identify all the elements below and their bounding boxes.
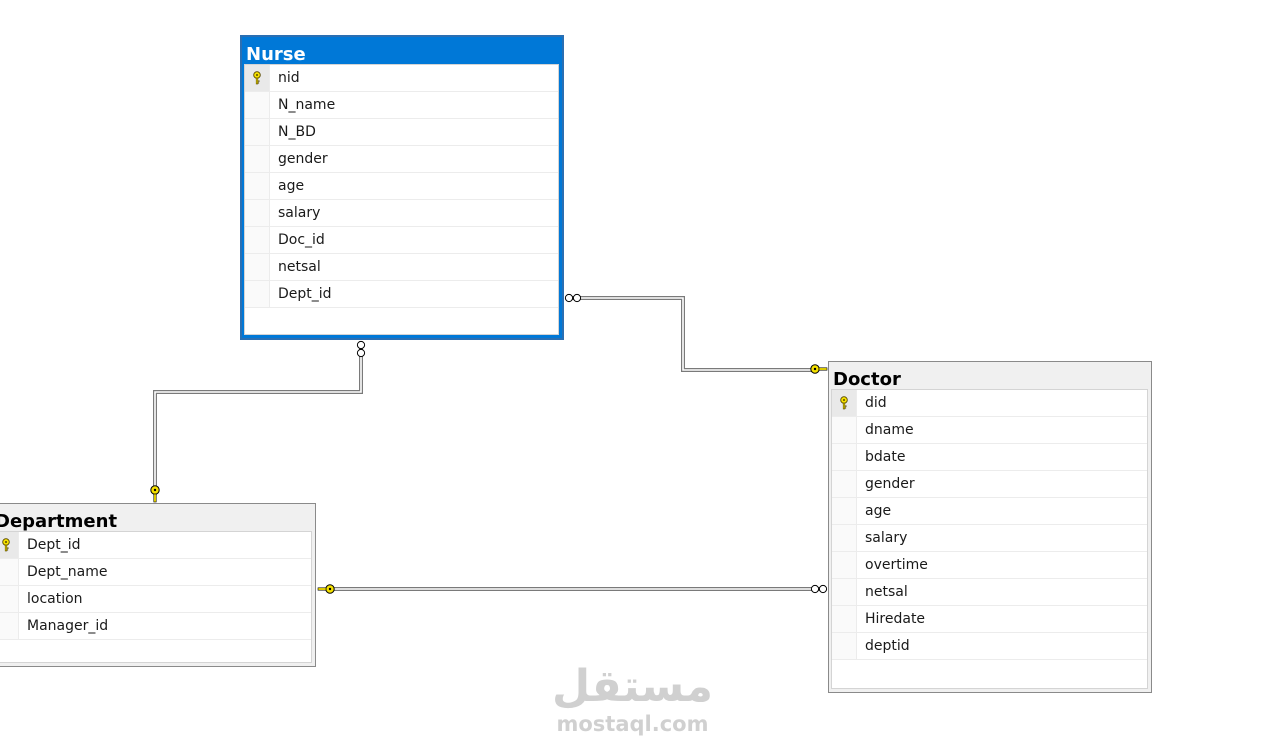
one-end-key-icon (150, 485, 160, 503)
primary-key-icon (253, 71, 261, 85)
column-row[interactable]: gender (245, 146, 558, 173)
table-columns: did dname bdate gender age salary overtime nets… (831, 389, 1148, 689)
column-key-cell (0, 559, 19, 585)
column-row[interactable]: did (832, 390, 1147, 417)
column-key-cell (832, 606, 857, 632)
column-row[interactable]: salary (832, 525, 1147, 552)
relationship-nurse-doctor[interactable] (564, 293, 828, 374)
column-row[interactable]: age (832, 498, 1147, 525)
many-end-icon (810, 584, 828, 594)
column-row[interactable]: nid (245, 65, 558, 92)
primary-key-icon (2, 538, 10, 552)
column-key-cell (245, 254, 270, 280)
many-end-icon (564, 293, 582, 303)
column-name: netsal (865, 584, 908, 600)
column-row[interactable]: Manager_id (0, 613, 311, 640)
column-name: gender (865, 476, 915, 492)
column-name: age (278, 178, 305, 194)
column-name: Dept_name (27, 564, 108, 580)
column-row[interactable]: Hiredate (832, 606, 1147, 633)
column-row[interactable]: salary (245, 200, 558, 227)
column-row[interactable]: location (0, 586, 311, 613)
column-row[interactable]: bdate (832, 444, 1147, 471)
column-key-cell (245, 281, 270, 307)
primary-key-icon (840, 396, 848, 410)
column-name: salary (865, 530, 908, 546)
table-title[interactable]: Nurse (242, 37, 562, 65)
many-end-icon (356, 340, 366, 358)
column-key-cell (0, 586, 19, 612)
column-name: netsal (278, 259, 321, 275)
table-department[interactable]: Department Dept_id Dept_name location Manag… (0, 503, 316, 667)
column-row[interactable]: deptid (832, 633, 1147, 660)
column-name: dname (865, 422, 914, 438)
column-key-cell (832, 417, 857, 443)
column-key-cell (245, 92, 270, 118)
column-name: Hiredate (865, 611, 926, 627)
column-name: Doc_id (278, 232, 325, 248)
column-row[interactable]: Dept_name (0, 559, 311, 586)
watermark-arabic: مستقل (552, 661, 713, 712)
column-row[interactable]: netsal (245, 254, 558, 281)
column-name: salary (278, 205, 321, 221)
column-row[interactable]: Dept_id (0, 532, 311, 559)
column-key-cell (832, 552, 857, 578)
column-key-cell (0, 613, 19, 639)
table-doctor[interactable]: Doctor did dname bdate gender age salary overt… (828, 361, 1152, 693)
column-row[interactable]: N_name (245, 92, 558, 119)
watermark-latin: mostaql.com (556, 712, 709, 736)
column-row[interactable]: overtime (832, 552, 1147, 579)
watermark: مستقل mostaql.com (540, 661, 725, 737)
column-row[interactable]: Dept_id (245, 281, 558, 308)
column-name: overtime (865, 557, 928, 573)
column-name: location (27, 591, 83, 607)
column-key-cell (245, 227, 270, 253)
column-key-cell (832, 444, 857, 470)
column-row[interactable]: N_BD (245, 119, 558, 146)
column-row[interactable]: netsal (832, 579, 1147, 606)
column-key-cell (832, 471, 857, 497)
column-key-cell (245, 146, 270, 172)
column-key-cell (832, 579, 857, 605)
table-nurse[interactable]: Nurse nid N_name N_BDgender age salary Doc_id… (240, 35, 564, 340)
column-name: Dept_id (27, 537, 81, 553)
column-name: bdate (865, 449, 906, 465)
table-title[interactable]: Doctor (829, 362, 1151, 390)
column-name: N_BD (278, 124, 316, 140)
relationship-doctor-department[interactable] (317, 584, 828, 594)
column-key-cell (832, 525, 857, 551)
table-title[interactable]: Department (0, 504, 315, 532)
column-key-cell (245, 173, 270, 199)
column-name: deptid (865, 638, 910, 654)
column-row[interactable]: gender (832, 471, 1147, 498)
column-row[interactable]: age (245, 173, 558, 200)
column-key-cell (245, 119, 270, 145)
column-name: did (865, 395, 887, 411)
column-key-cell (0, 532, 19, 558)
column-name: nid (278, 70, 300, 86)
column-key-cell (832, 633, 857, 659)
column-name: N_name (278, 97, 336, 113)
column-name: Manager_id (27, 618, 109, 634)
table-columns: Dept_id Dept_name location Manager_id (0, 531, 312, 663)
one-end-key-icon (317, 584, 335, 594)
column-row[interactable]: dname (832, 417, 1147, 444)
one-end-key-icon (810, 364, 828, 374)
column-name: age (865, 503, 892, 519)
column-row[interactable]: Doc_id (245, 227, 558, 254)
column-key-cell (245, 200, 270, 226)
column-key-cell (832, 390, 857, 416)
column-name: Dept_id (278, 286, 332, 302)
column-key-cell (832, 498, 857, 524)
relationship-nurse-department[interactable] (150, 340, 366, 503)
column-key-cell (245, 65, 270, 91)
column-name: gender (278, 151, 328, 167)
table-columns: nid N_name N_BDgender age salary Doc_idnetsal… (244, 64, 559, 335)
